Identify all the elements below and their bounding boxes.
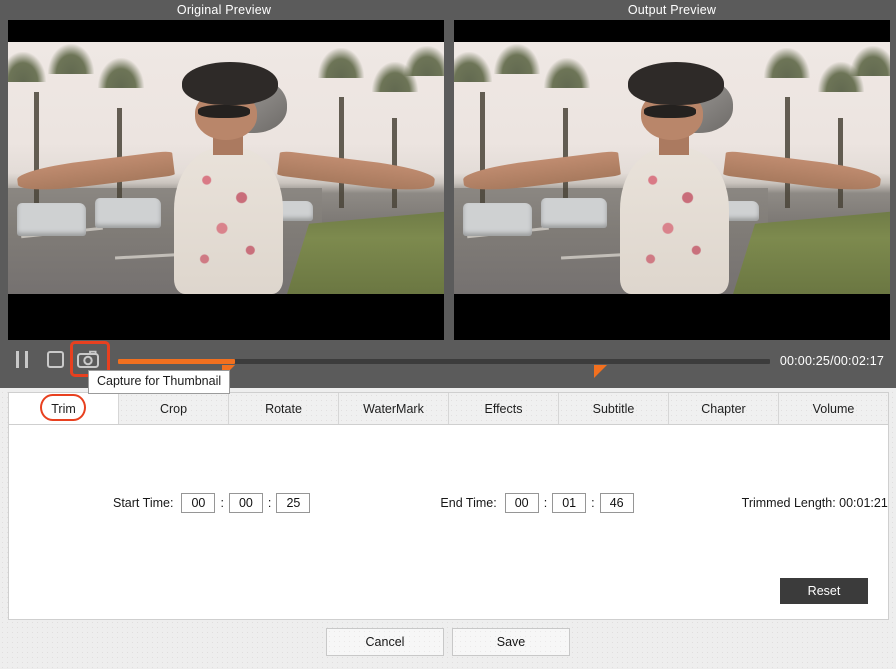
person-torso — [620, 148, 729, 294]
letterbox-bar-bottom — [8, 316, 444, 340]
reset-button[interactable]: Reset — [780, 578, 868, 604]
start-separator-2: : — [263, 496, 276, 510]
parked-car — [541, 198, 606, 228]
end-seconds-input[interactable] — [600, 493, 634, 513]
end-separator-1: : — [539, 496, 552, 510]
palm-trunk — [838, 118, 843, 209]
dialog-footer: Cancel Save — [0, 628, 896, 656]
preview-screens — [0, 20, 896, 340]
original-video-frame — [8, 42, 444, 294]
trim-controls-row: Start Time: : : End Time: : : Trimmed Le… — [9, 493, 888, 513]
camera-icon — [77, 350, 99, 368]
save-button[interactable]: Save — [452, 628, 570, 656]
palm-fronds — [48, 44, 94, 74]
tab-trim[interactable]: Trim — [9, 393, 119, 424]
trim-panel: Start Time: : : End Time: : : Trimmed Le… — [8, 424, 889, 620]
parked-car — [95, 198, 160, 228]
palm-trunk — [480, 92, 485, 208]
output-preview-title: Output Preview — [448, 0, 896, 20]
video-editor-window: Original Preview Output Preview — [0, 0, 896, 669]
end-separator-2: : — [586, 496, 599, 510]
preview-titles: Original Preview Output Preview — [0, 0, 896, 20]
palm-fronds — [454, 52, 492, 82]
preview-zone: Original Preview Output Preview — [0, 0, 896, 340]
person-sunglasses — [198, 105, 250, 118]
tab-chapter[interactable]: Chapter — [669, 393, 779, 424]
palm-fronds — [494, 44, 540, 74]
person-hat — [182, 62, 278, 105]
stop-button[interactable] — [41, 345, 69, 373]
tab-effects[interactable]: Effects — [449, 393, 559, 424]
end-minutes-input[interactable] — [552, 493, 586, 513]
start-time-group: Start Time: : : — [9, 493, 310, 513]
palm-trunk — [392, 118, 397, 209]
parked-car — [17, 203, 87, 236]
original-preview-title: Original Preview — [0, 0, 448, 20]
output-preview-screen[interactable] — [454, 20, 890, 340]
parked-car — [463, 203, 533, 236]
start-separator-1: : — [215, 496, 228, 510]
start-time-label: Start Time: — [113, 496, 173, 510]
palm-trunk — [34, 92, 39, 208]
output-video-frame — [454, 42, 890, 294]
palm-trunk — [785, 97, 790, 208]
person-hat — [628, 62, 724, 105]
palm-fronds — [404, 46, 444, 76]
trimmed-length-label: Trimmed Length: 00:01:21 — [742, 496, 888, 510]
palm-fronds — [98, 58, 144, 88]
capture-tooltip: Capture for Thumbnail — [88, 370, 230, 394]
palm-fronds — [318, 48, 364, 78]
pause-button[interactable] — [8, 345, 36, 373]
start-minutes-input[interactable] — [229, 493, 263, 513]
tab-subtitle[interactable]: Subtitle — [559, 393, 669, 424]
playback-timeline[interactable] — [118, 359, 770, 364]
original-preview-screen[interactable] — [8, 20, 444, 340]
letterbox-bar-top — [8, 20, 444, 42]
cancel-button[interactable]: Cancel — [326, 628, 444, 656]
stop-icon — [47, 351, 64, 368]
palm-fronds — [544, 58, 590, 88]
pause-icon — [16, 351, 28, 368]
palm-fronds — [8, 52, 46, 82]
letterbox-bar-top — [454, 20, 890, 42]
tab-crop[interactable]: Crop — [119, 393, 229, 424]
palm-fronds — [850, 46, 890, 76]
end-hours-input[interactable] — [505, 493, 539, 513]
timeline-progress-fill — [118, 359, 235, 364]
palm-trunk — [339, 97, 344, 208]
capture-thumbnail-button[interactable] — [74, 345, 102, 373]
tab-rotate[interactable]: Rotate — [229, 393, 339, 424]
end-time-group: End Time: : : — [440, 493, 633, 513]
start-hours-input[interactable] — [181, 493, 215, 513]
letterbox-bar-bottom — [454, 316, 890, 340]
person-torso — [174, 148, 283, 294]
start-seconds-input[interactable] — [276, 493, 310, 513]
tab-volume[interactable]: Volume — [779, 393, 888, 424]
trim-end-marker[interactable] — [594, 365, 607, 378]
editor-tabs: Trim Crop Rotate WaterMark Effects Subti… — [8, 392, 889, 424]
palm-fronds — [764, 48, 810, 78]
end-time-label: End Time: — [440, 496, 496, 510]
tab-watermark[interactable]: WaterMark — [339, 393, 449, 424]
timecode-display: 00:00:25/00:02:17 — [780, 352, 884, 370]
person-sunglasses — [644, 105, 696, 118]
